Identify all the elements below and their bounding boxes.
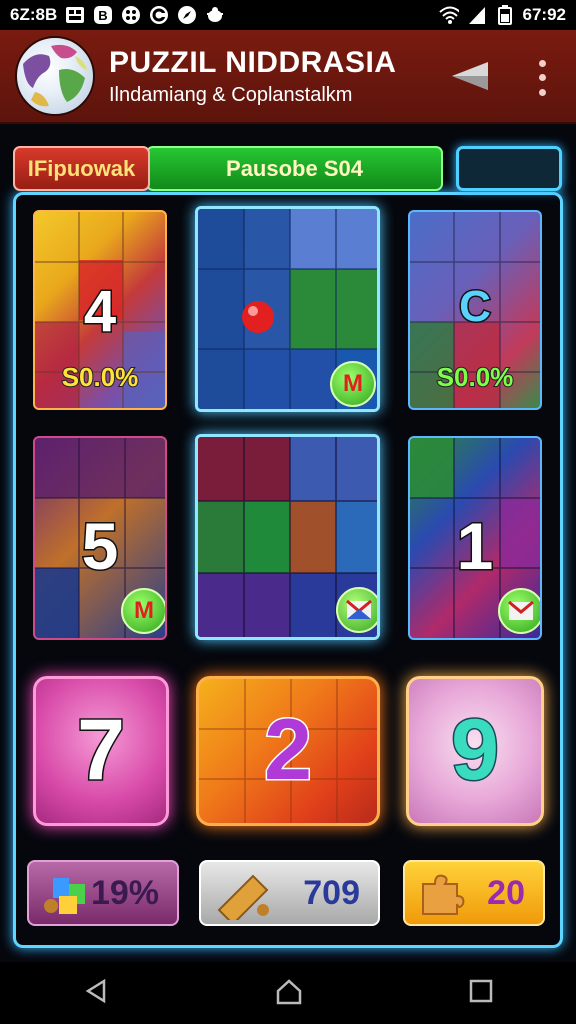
puzzle-card-9[interactable]: 9 — [406, 676, 544, 826]
system-nav-bar — [0, 962, 576, 1024]
recents-icon[interactable] — [468, 978, 494, 1009]
tab-red-label: IFipuowak — [27, 155, 136, 181]
battery-icon — [495, 5, 515, 25]
card-number: 5 — [80, 508, 120, 585]
status-time-left: 6Z:8B — [10, 5, 58, 24]
bug-app-icon — [205, 5, 225, 25]
tab-blue[interactable] — [456, 146, 562, 191]
progress-value: 19% — [90, 873, 159, 912]
card-percent: S0.0% — [436, 361, 515, 393]
tickets-value: 709 — [303, 873, 360, 912]
tab-green[interactable]: Pausobe S04 — [146, 146, 443, 191]
more-options-icon[interactable] — [530, 56, 554, 100]
tickets-button[interactable]: 709 — [199, 860, 380, 926]
puzzle-piece-icon — [415, 870, 465, 929]
status-bar: 6Z:8B B 67:92 — [0, 0, 576, 30]
back-icon[interactable] — [82, 977, 110, 1010]
puzzle-card-7[interactable]: 7 — [33, 676, 169, 826]
compass-app-icon — [177, 5, 197, 25]
app-header: PUZZIL NIDDRASIA Ilndamiang & Coplanstal… — [0, 30, 576, 124]
card-number: 1 — [455, 508, 495, 585]
b-app-icon: B — [93, 5, 113, 25]
c-app-icon — [149, 5, 169, 25]
home-icon[interactable] — [274, 977, 304, 1010]
badge-m-icon: M — [330, 361, 376, 407]
puzzle-card-3[interactable]: C S0.0% — [408, 210, 542, 410]
dots-app-icon — [121, 5, 141, 25]
card-percent: S0.0% — [61, 361, 140, 393]
status-time-right: 67:92 — [522, 5, 566, 24]
card-number: 7 — [76, 701, 127, 800]
envelope-badge-icon — [498, 588, 540, 634]
blocks-icon — [39, 870, 95, 929]
envelope-badge-icon — [336, 587, 377, 633]
svg-text:B: B — [99, 8, 108, 23]
gallery-icon — [65, 5, 85, 25]
badge-letter: M — [134, 597, 154, 624]
app-subtitle: Ilndamiang & Coplanstalkm — [109, 83, 353, 106]
card-number: 4 — [82, 278, 117, 346]
card-number: C — [458, 281, 493, 333]
wifi-icon — [438, 5, 459, 25]
puzzle-card-1[interactable]: 4 S0.0% — [33, 210, 167, 410]
puzzle-card-2[interactable]: M — [195, 206, 380, 412]
ticket-icon — [213, 870, 273, 929]
tab-green-label: Pausobe S04 — [226, 155, 363, 181]
pieces-button[interactable]: 20 — [403, 860, 545, 926]
globe-logo-icon — [15, 36, 95, 116]
share-icon[interactable] — [448, 56, 492, 96]
progress-button[interactable]: 19% — [27, 860, 179, 926]
pieces-value: 20 — [487, 873, 525, 912]
signal-icon — [467, 5, 487, 25]
card-number: 2 — [263, 701, 314, 800]
badge-m-icon: M — [121, 588, 165, 634]
puzzle-card-4[interactable]: 5 M — [33, 436, 167, 640]
app-title: PUZZIL NIDDRASIA — [109, 45, 397, 79]
badge-letter: M — [343, 370, 363, 397]
tab-red[interactable]: IFipuowak — [13, 146, 150, 191]
puzzle-card-8[interactable]: 2 — [196, 676, 380, 826]
card-number: 9 — [450, 701, 501, 800]
puzzle-card-6[interactable]: 1 — [408, 436, 542, 640]
puzzle-card-5[interactable] — [195, 434, 380, 640]
